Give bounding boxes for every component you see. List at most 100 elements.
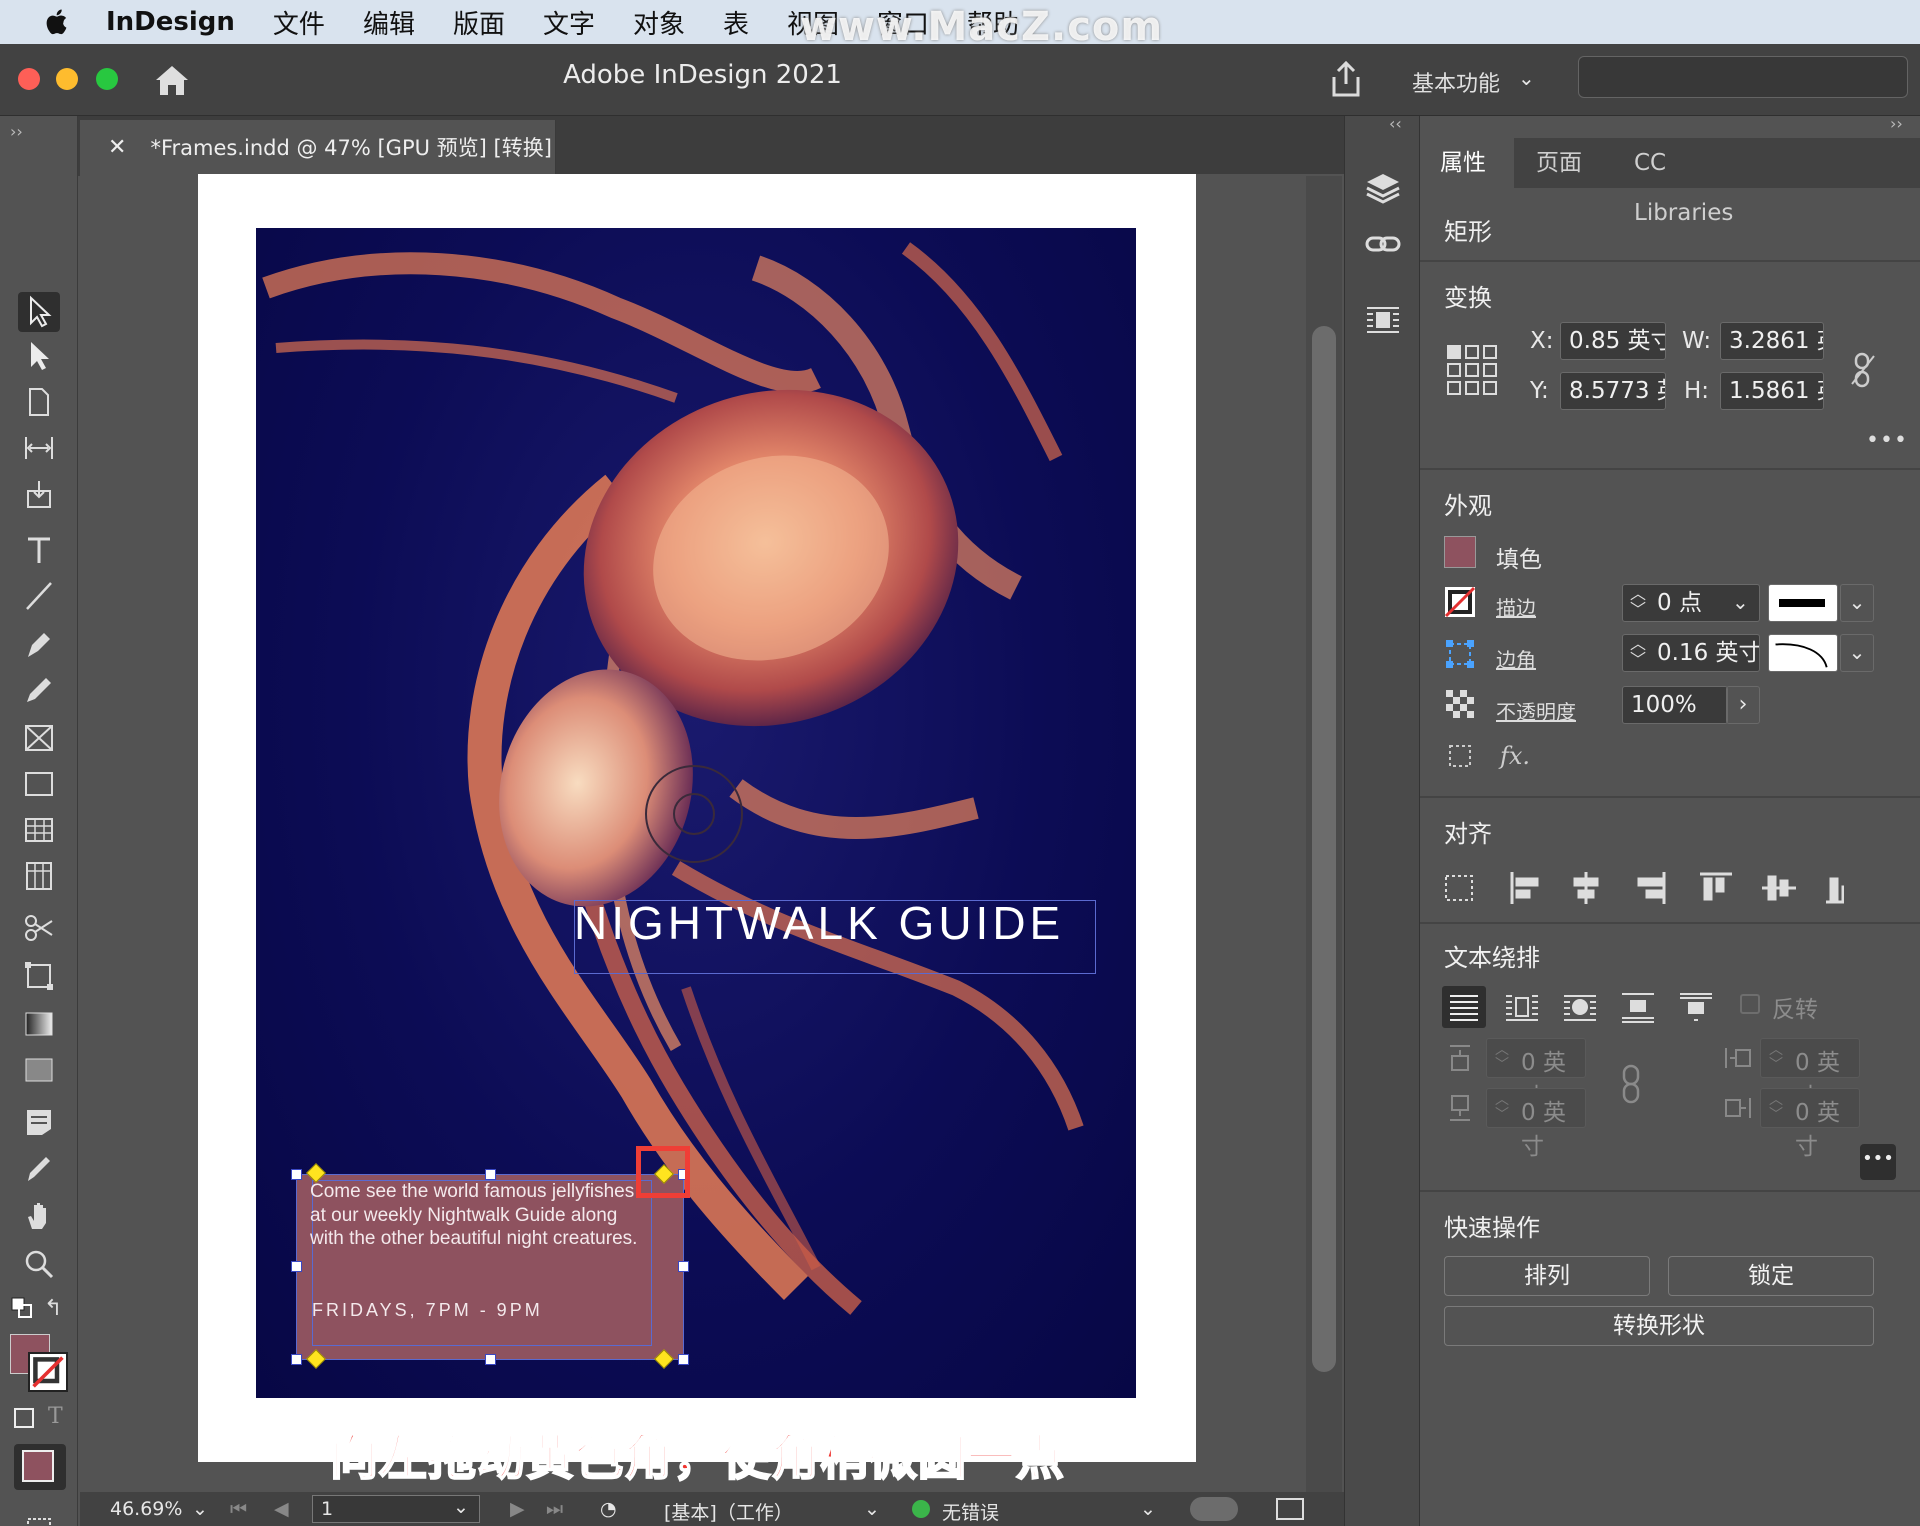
opacity-label[interactable]: 不透明度 [1496,696,1576,725]
menu-object[interactable]: 对象 [633,4,685,41]
corner-stepper-icon[interactable]: ︿ ﹀ [1630,636,1646,668]
fill-color-swatch[interactable] [1444,536,1476,568]
collapse-dock-icon[interactable]: ‹‹ [1389,114,1402,133]
gap-tool-icon[interactable] [18,428,60,468]
grid-tool-icon[interactable] [18,856,60,896]
open-file-icon[interactable]: ◔ [600,1498,617,1520]
convert-shape-button[interactable]: 转换形状 [1444,1306,1874,1346]
stroke-type-selector[interactable] [1768,584,1838,622]
close-tab-icon[interactable]: ✕ [108,135,126,160]
swap-colors-icon[interactable]: ↰ [44,1296,62,1321]
horizontal-scrollbar[interactable] [1190,1497,1238,1521]
note-tool-icon[interactable] [18,1102,60,1142]
hand-tool-icon[interactable] [18,1196,60,1236]
object-effects-icon[interactable] [1446,742,1476,772]
top-offset-field[interactable]: ︿﹀0 英寸 [1486,1038,1586,1110]
pen-tool-icon[interactable] [18,624,60,664]
left-offset-field[interactable]: ︿﹀0 英寸 [1760,1038,1860,1110]
align-vertical-center-icon[interactable] [1760,868,1796,908]
zoom-dropdown-icon[interactable]: ⌄ [192,1498,208,1520]
y-field[interactable]: 8.5773 英寸 [1560,372,1666,410]
page-tool-icon[interactable] [18,382,60,422]
lock-button[interactable]: 锁定 [1668,1256,1874,1296]
date-text[interactable]: FRIDAYS, 7PM - 9PM [312,1300,543,1321]
stroke-swatch[interactable] [28,1352,68,1392]
chevron-down-icon[interactable]: ⌄ [1518,66,1535,90]
handle-bottom-left[interactable] [291,1354,302,1365]
scissors-tool-icon[interactable] [18,908,60,948]
handle-middle-left[interactable] [291,1261,302,1272]
wrap-bounding-box-icon[interactable] [1500,986,1544,1028]
zoom-level[interactable]: 46.69% [110,1498,182,1520]
stroke-label[interactable]: 描边 [1496,592,1536,621]
align-top-icon[interactable] [1696,868,1732,908]
menu-table[interactable]: 表 [723,4,749,41]
layers-icon[interactable] [1363,168,1403,208]
last-page-icon[interactable]: ⏭ [546,1498,563,1520]
split-window-icon[interactable] [1276,1498,1304,1520]
collapse-icon[interactable]: ›› [10,122,23,141]
previous-page-icon[interactable]: ◀ [274,1498,289,1520]
content-collector-icon[interactable] [18,474,60,514]
handle-bottom-middle[interactable] [485,1354,496,1365]
align-left-icon[interactable] [1504,868,1540,908]
no-wrap-icon[interactable] [1442,986,1486,1028]
workspace-switcher[interactable]: 基本功能 [1412,66,1500,98]
eyedropper-tool-icon[interactable] [18,1148,60,1188]
align-to-selection-icon[interactable] [1444,868,1480,908]
more-options-icon[interactable]: ••• [1866,428,1908,453]
formatting-container-icon[interactable] [14,1408,34,1428]
direct-selection-tool-icon[interactable] [18,336,60,376]
formatting-text-icon[interactable]: T [48,1404,63,1429]
stroke-type-dropdown-icon[interactable]: ⌄ [1840,584,1874,622]
menu-layout[interactable]: 版面 [453,4,505,41]
close-window-button[interactable] [18,68,40,90]
expand-panel-icon[interactable]: ›› [1890,114,1903,133]
rectangle-frame-tool-icon[interactable] [18,718,60,758]
x-field[interactable]: 0.85 英寸 [1560,322,1666,360]
tab-pages[interactable]: 页面 [1516,138,1612,188]
more-options-icon[interactable]: ••• [1860,1144,1896,1180]
preflight-dropdown-icon[interactable]: ⌄ [1140,1498,1156,1520]
stroke-color-swatch[interactable] [1444,586,1476,618]
preflight-status[interactable]: 无错误 [942,1498,999,1525]
apply-color-button[interactable] [14,1444,66,1490]
align-right-icon[interactable] [1632,868,1668,908]
app-menu[interactable]: InDesign [106,7,235,37]
selection-tool-icon[interactable] [18,292,60,332]
vertical-scrollbar[interactable] [1312,326,1336,1372]
minimize-window-button[interactable] [56,68,78,90]
document-tab[interactable]: ✕ *Frames.indd @ 47% [GPU 预览] [转换] [80,120,556,174]
table-tool-icon[interactable] [18,810,60,850]
handle-bottom-right[interactable] [678,1354,689,1365]
corner-shape-selector[interactable] [1768,634,1838,672]
preflight-profile[interactable]: [基本]（工作） [664,1498,793,1525]
tab-properties[interactable]: 属性 [1420,138,1514,188]
page-number-field[interactable]: 1 ⌄ [312,1495,480,1523]
align-bottom-icon[interactable] [1824,868,1860,908]
right-offset-field[interactable]: ︿ ﹀ 0 英寸 [1760,1088,1860,1160]
next-page-icon[interactable]: ▶ [510,1498,525,1520]
handle-middle-right[interactable] [678,1261,689,1272]
handle-top-middle[interactable] [485,1169,496,1180]
type-tool-icon[interactable] [18,530,60,570]
pencil-tool-icon[interactable] [18,670,60,710]
fx-icon[interactable]: fx. [1500,742,1530,770]
opacity-field[interactable]: 100% [1622,686,1728,724]
page-dropdown-icon[interactable]: ⌄ [453,1496,469,1518]
gradient-swatch-tool-icon[interactable] [18,1004,60,1044]
make-all-settings-same-icon[interactable] [1620,1062,1644,1106]
free-transform-tool-icon[interactable] [18,956,60,996]
first-page-icon[interactable]: ⏮ [230,1498,247,1520]
menu-edit[interactable]: 编辑 [363,4,415,41]
gradient-feather-tool-icon[interactable] [18,1050,60,1090]
align-horizontal-center-icon[interactable] [1568,868,1604,908]
h-field[interactable]: 1.5861 英寸 [1720,372,1824,410]
jump-to-next-column-icon[interactable] [1674,986,1718,1028]
arrange-button[interactable]: 排列 [1444,1256,1650,1296]
corner-shape-dropdown-icon[interactable]: ⌄ [1840,634,1874,672]
content-grabber-icon[interactable] [644,764,744,864]
apple-icon[interactable] [38,5,78,39]
corner-label[interactable]: 边角 [1496,644,1536,673]
default-colors-icon[interactable] [10,1296,34,1320]
